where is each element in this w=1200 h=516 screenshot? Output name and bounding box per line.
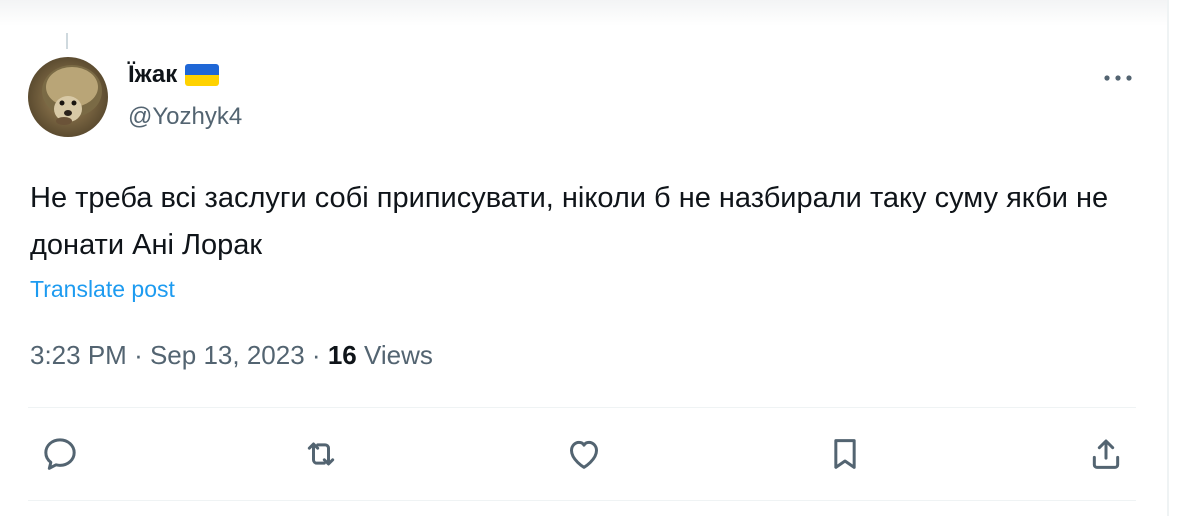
post-time[interactable]: 3:23 PM xyxy=(30,340,127,370)
translate-post-link[interactable]: Translate post xyxy=(30,276,175,303)
post-text: Не треба всі заслуги собі приписувати, н… xyxy=(30,182,1109,261)
divider xyxy=(28,407,1136,408)
display-name[interactable]: Їжак xyxy=(128,61,220,89)
more-options-icon[interactable] xyxy=(1098,64,1138,92)
views-count: 16 xyxy=(327,340,357,370)
meta-separator: · xyxy=(311,340,321,370)
repost-button[interactable] xyxy=(299,432,343,476)
hedgehog-avatar-image xyxy=(28,57,108,137)
post-detail-page: Їжак @Yozhyk4 Не треба всі заслуги собі … xyxy=(0,0,1200,516)
like-icon xyxy=(570,440,598,469)
reply-button[interactable] xyxy=(38,432,82,476)
ukraine-flag-icon xyxy=(185,64,220,86)
previous-content-fade xyxy=(0,0,1168,26)
user-handle[interactable]: @Yozhyk4 xyxy=(128,103,242,131)
divider xyxy=(28,500,1136,501)
repost-icon xyxy=(307,442,335,466)
like-button[interactable] xyxy=(562,432,606,476)
bookmark-icon xyxy=(834,439,856,469)
post-date[interactable]: Sep 13, 2023 xyxy=(150,340,305,370)
views-label: Views xyxy=(363,340,433,370)
thread-connector-line xyxy=(66,33,68,49)
column-border xyxy=(1167,0,1169,516)
share-icon xyxy=(1092,439,1120,469)
display-name-text: Їжак xyxy=(128,61,178,88)
bookmark-button[interactable] xyxy=(823,432,867,476)
post-metadata: 3:23 PM · Sep 13, 2023 · 16 Views xyxy=(30,340,433,371)
meta-separator: · xyxy=(134,340,143,370)
reply-icon xyxy=(44,438,76,470)
share-button[interactable] xyxy=(1084,432,1128,476)
avatar[interactable] xyxy=(28,57,108,137)
